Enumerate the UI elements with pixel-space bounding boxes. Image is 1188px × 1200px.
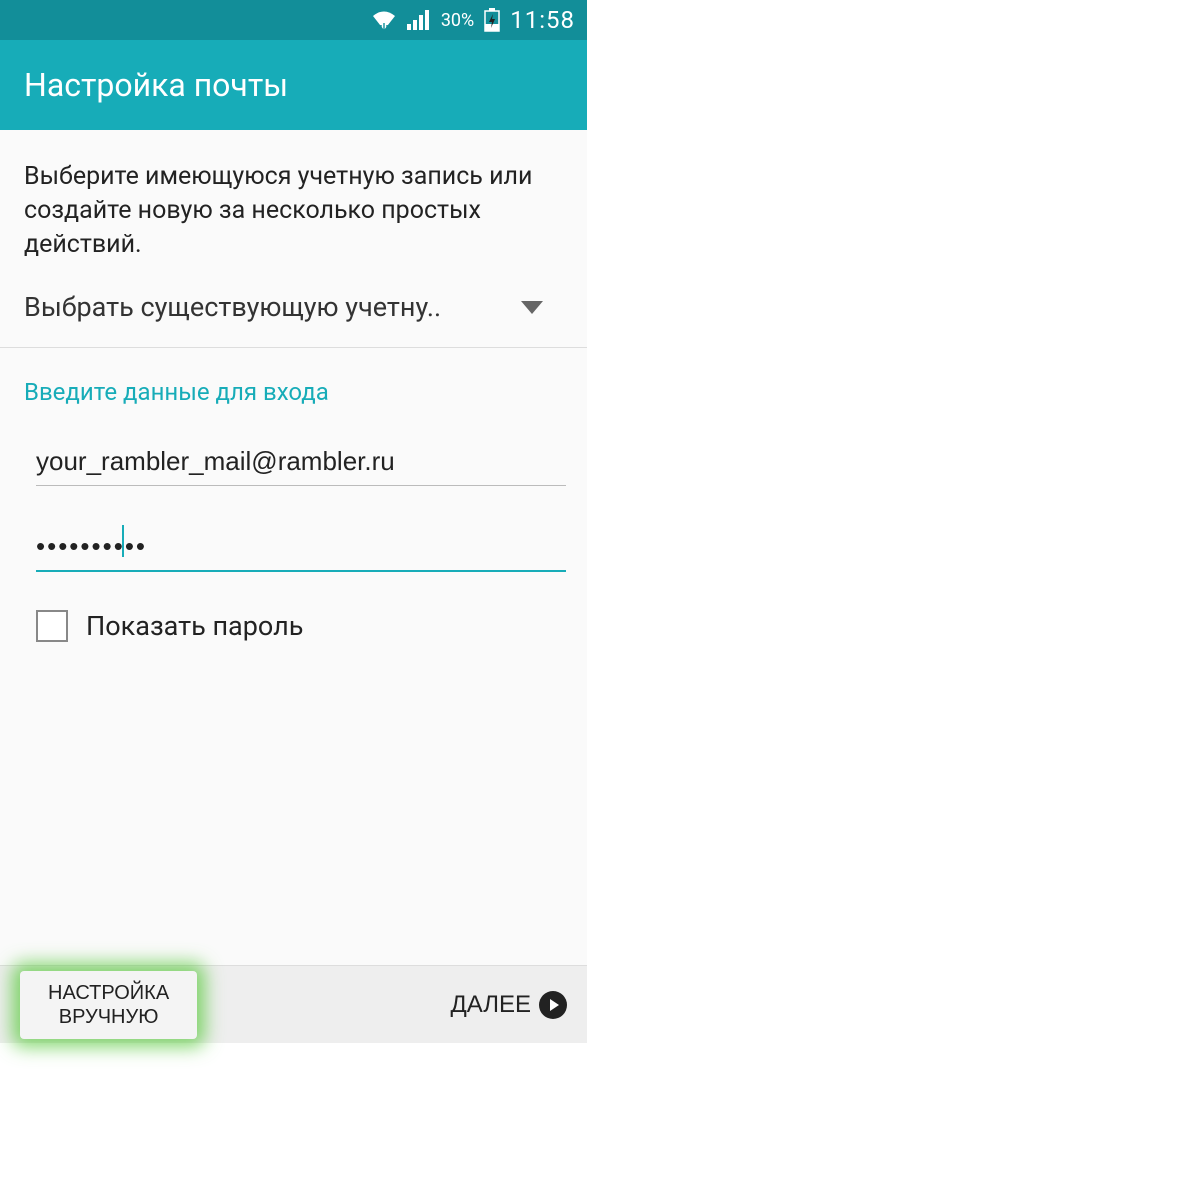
login-section: Введите данные для входа Показать пароль — [0, 348, 587, 662]
manual-setup-button[interactable]: НАСТРОЙКА ВРУЧНУЮ — [20, 971, 197, 1039]
wifi-icon — [371, 10, 397, 30]
status-bar: 30% 11:58 — [0, 0, 587, 40]
manual-button-line1: НАСТРОЙКА — [48, 982, 169, 1004]
chevron-down-icon — [521, 301, 543, 314]
battery-percentage: 30% — [441, 10, 474, 31]
spacer — [0, 662, 587, 965]
intro-section: Выберите имеющуюся учетную запись или со… — [0, 130, 587, 348]
phone-screen: 30% 11:58 Настройка почты Выберите имеющ… — [0, 0, 587, 1043]
manual-button-line2: ВРУЧНУЮ — [59, 1006, 159, 1028]
show-password-checkbox[interactable] — [36, 610, 68, 642]
battery-charging-icon — [484, 8, 500, 32]
show-password-row[interactable]: Показать пароль — [36, 610, 563, 642]
text-cursor — [122, 525, 124, 557]
button-bar: НАСТРОЙКА ВРУЧНУЮ ДАЛЕЕ — [0, 965, 587, 1043]
next-button[interactable]: ДАЛЕЕ — [444, 981, 573, 1029]
account-selector-label: Выбрать существующую учетну.. — [24, 291, 441, 323]
next-button-label: ДАЛЕЕ — [450, 991, 531, 1019]
password-field[interactable] — [36, 531, 566, 572]
show-password-label: Показать пароль — [86, 610, 303, 642]
password-wrapper — [36, 531, 566, 572]
signal-icon — [407, 10, 431, 30]
clock-time: 11:58 — [510, 6, 575, 34]
page-title: Настройка почты — [24, 66, 288, 104]
arrow-right-icon — [539, 991, 567, 1019]
intro-text: Выберите имеющуюся учетную запись или со… — [24, 160, 563, 261]
login-section-label: Введите данные для входа — [24, 378, 563, 406]
content-area: Выберите имеющуюся учетную запись или со… — [0, 130, 587, 1043]
account-selector-dropdown[interactable]: Выбрать существующую учетну.. — [24, 291, 563, 323]
app-bar: Настройка почты — [0, 40, 587, 130]
email-field[interactable] — [36, 446, 566, 486]
